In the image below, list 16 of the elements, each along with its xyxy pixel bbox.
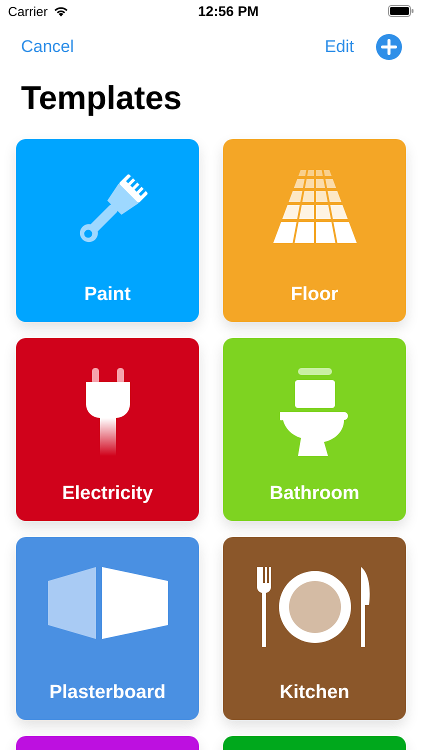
wifi-icon [52, 5, 69, 17]
edit-button[interactable]: Edit [324, 37, 354, 57]
page-title: Templates [21, 78, 183, 118]
panels-icon [48, 567, 168, 639]
carrier-label: Carrier [8, 4, 48, 18]
template-tile[interactable]: Electricity [16, 338, 199, 521]
template-tile[interactable]: Kitchen [223, 537, 406, 720]
add-icon[interactable] [376, 34, 402, 60]
template-tile[interactable]: Paint [16, 139, 199, 322]
clock-time: 12:56 PM [198, 3, 259, 19]
cancel-button[interactable]: Cancel [21, 37, 74, 57]
template-tile[interactable]: Plasterboard [16, 537, 199, 720]
battery-icon [388, 5, 414, 17]
toilet-icon [280, 368, 350, 458]
template-tile[interactable]: Floor [223, 139, 406, 322]
template-tile[interactable]: Bathroom [223, 338, 406, 521]
